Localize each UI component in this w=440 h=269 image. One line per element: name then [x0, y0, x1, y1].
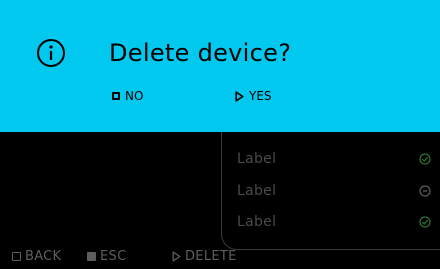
dialog-title: Delete device?: [109, 39, 292, 67]
list-item-label: Label: [237, 214, 277, 230]
list-item[interactable]: Label: [237, 181, 437, 201]
yes-button[interactable]: YES: [235, 88, 272, 104]
square-outline-icon: [12, 251, 21, 261]
square-outline-icon: [112, 92, 120, 100]
list-item[interactable]: Label: [237, 149, 437, 169]
esc-softkey[interactable]: ESC: [87, 247, 126, 265]
list-item-label: Label: [237, 151, 277, 167]
softkey-bar: BACK ESC DELETE: [0, 247, 440, 265]
device-screen: Label Label Label Delete device? NO YES …: [0, 0, 440, 269]
back-label: BACK: [25, 248, 62, 264]
no-button[interactable]: NO: [112, 88, 143, 104]
check-circle-icon: [419, 216, 431, 228]
triangle-outline-icon: [235, 90, 244, 102]
delete-confirm-dialog: Delete device? NO YES: [0, 0, 440, 132]
list-item-label: Label: [237, 183, 277, 199]
delete-label: DELETE: [185, 248, 237, 264]
triangle-outline-icon: [172, 251, 181, 261]
no-label: NO: [125, 89, 144, 103]
minus-circle-icon: [419, 185, 431, 197]
check-circle-icon: [419, 153, 431, 165]
square-filled-icon: [87, 251, 96, 261]
info-icon: [37, 39, 65, 67]
back-softkey[interactable]: BACK: [12, 247, 61, 265]
list-item[interactable]: Label: [237, 212, 437, 232]
yes-label: YES: [249, 89, 272, 103]
esc-label: ESC: [100, 248, 127, 264]
delete-softkey[interactable]: DELETE: [172, 247, 237, 265]
